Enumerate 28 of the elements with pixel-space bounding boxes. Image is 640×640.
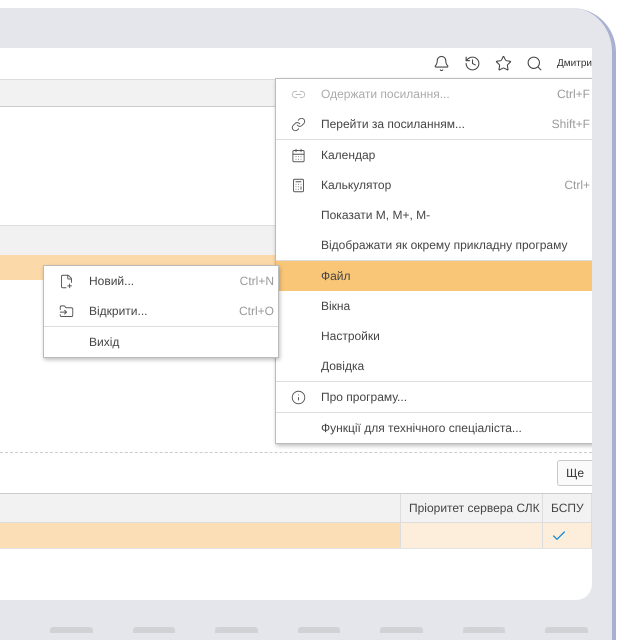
menu-item[interactable]: Про програму... — [276, 382, 592, 412]
history-icon[interactable] — [464, 55, 482, 72]
new-file-icon — [59, 274, 74, 288]
menu-item[interactable]: Настройки — [276, 321, 592, 351]
menu-item[interactable]: Відкрити... Ctrl+O — [44, 296, 278, 326]
more-button[interactable]: Ще — [557, 460, 592, 486]
menu-item[interactable]: Функції для технічного спеціаліста... — [276, 413, 592, 443]
info-icon — [291, 390, 306, 404]
menu-item[interactable]: Вікна — [276, 291, 592, 321]
menu-item[interactable]: Календар — [276, 140, 592, 170]
open-folder-icon — [59, 304, 74, 318]
menu-item[interactable]: Вихід — [44, 327, 278, 357]
menu-item[interactable]: Файл — [276, 261, 592, 291]
calculator-icon — [291, 178, 306, 192]
star-icon[interactable] — [495, 55, 512, 72]
link-icon — [291, 116, 306, 132]
menu-item[interactable]: Показати M, M+, M- — [276, 200, 592, 230]
column-header[interactable]: БСПУ — [543, 494, 592, 522]
column-header[interactable]: Пріоритет сервера СЛК — [401, 494, 543, 522]
menu-item[interactable]: Калькулятор Ctrl+ — [276, 170, 592, 200]
bell-icon[interactable] — [433, 55, 450, 72]
user-name[interactable]: Дмитри — [557, 58, 592, 69]
calendar-icon — [291, 148, 306, 162]
menu-item[interactable]: Відображати як окрему прикладну програму — [276, 230, 592, 260]
menu-item[interactable]: Довідка — [276, 351, 592, 381]
search-icon[interactable] — [526, 55, 544, 72]
menu-item[interactable]: Перейти за посиланням... Shift+F — [276, 109, 592, 139]
menu-item[interactable]: Новий... Ctrl+N — [44, 266, 278, 296]
